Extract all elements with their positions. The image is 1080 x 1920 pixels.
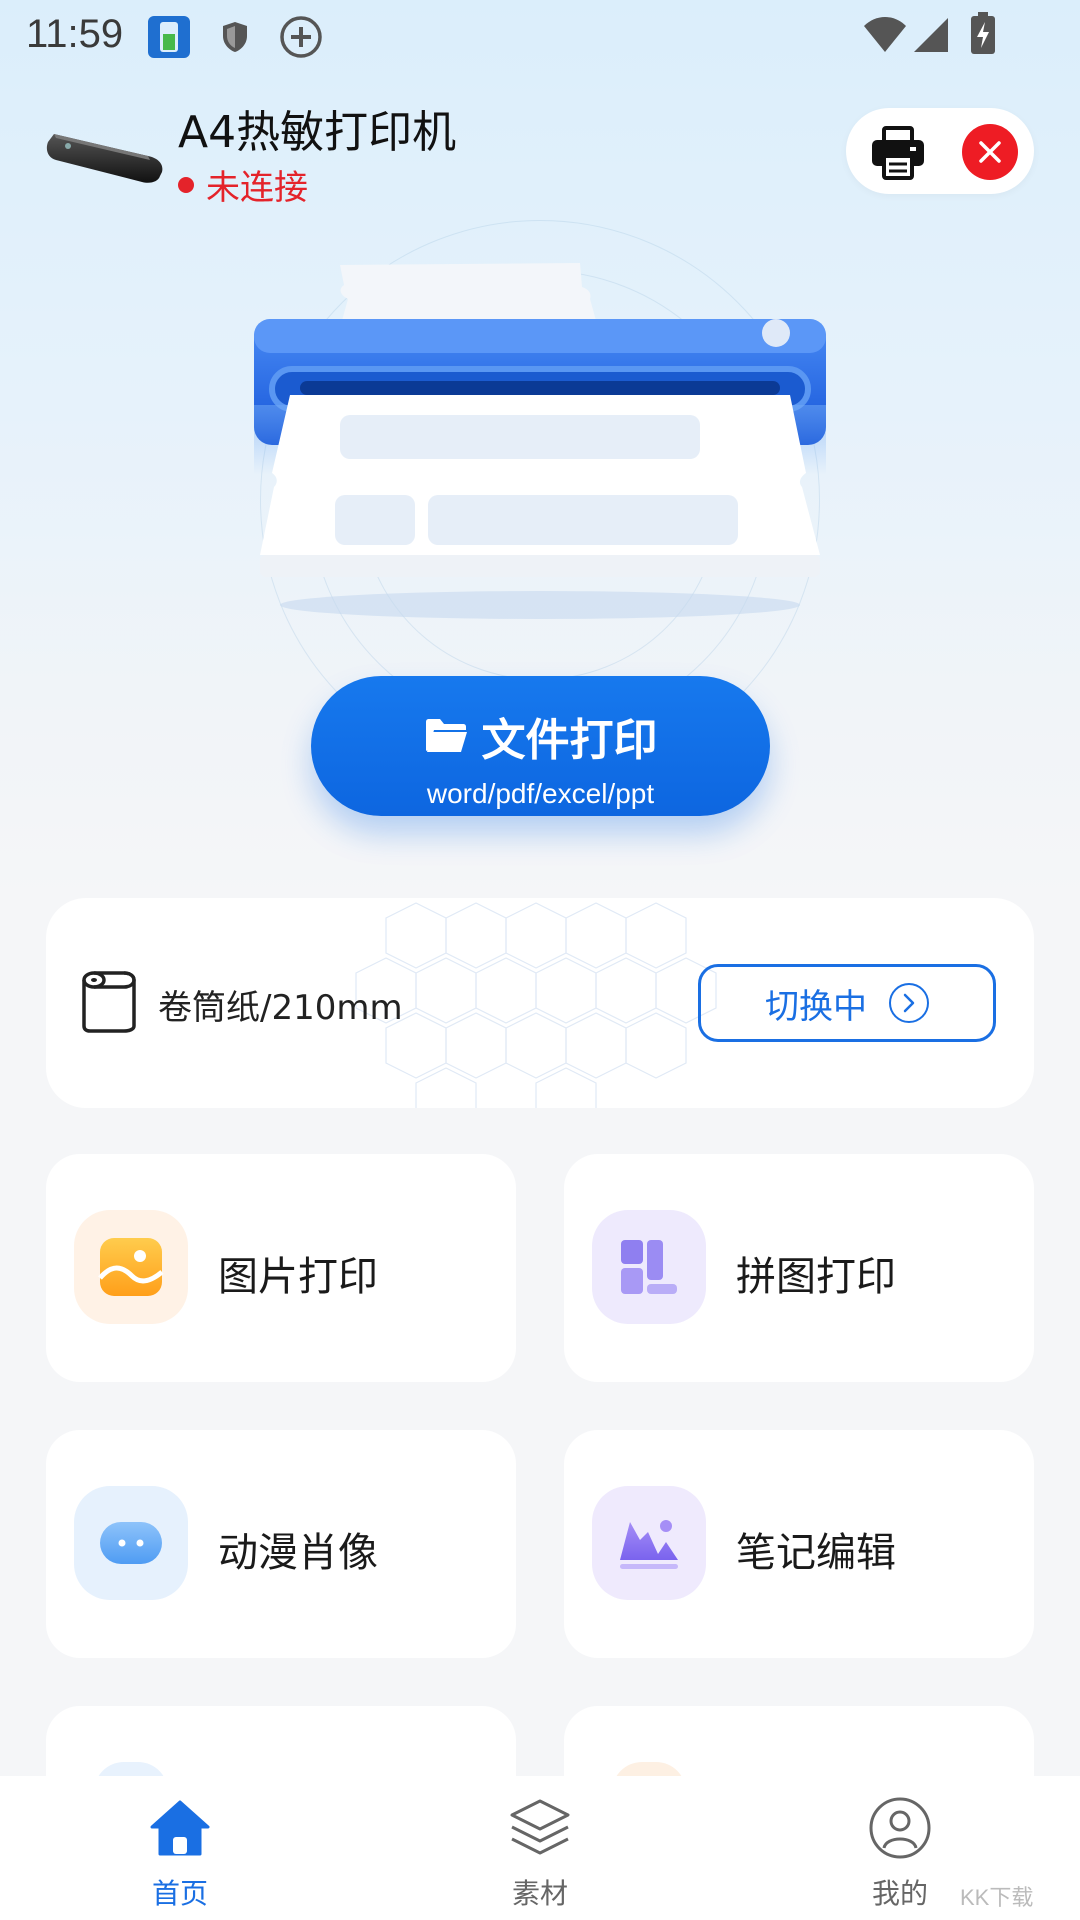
- battery-app-icon: [148, 16, 190, 58]
- header-actions: [846, 108, 1034, 194]
- cell-signal-icon: [914, 18, 948, 52]
- status-time: 11:59: [26, 12, 124, 56]
- home-icon: [100, 1790, 260, 1866]
- layers-icon: [460, 1790, 620, 1866]
- feature-label: 图片打印: [218, 1254, 378, 1300]
- feature-card-anime-portrait[interactable]: 动漫肖像: [46, 1430, 516, 1658]
- device-name: A4热敏打印机: [178, 107, 457, 158]
- collage-icon: [592, 1210, 706, 1324]
- file-print-subtitle: word/pdf/excel/ppt: [426, 778, 655, 809]
- file-print-button[interactable]: 文件打印 word/pdf/excel/ppt: [311, 676, 770, 816]
- watermark-logo: KK下载: [960, 1885, 1034, 1910]
- hero-printer-illustration: [254, 263, 826, 619]
- shield-icon: [223, 22, 247, 52]
- feature-label: 拼图打印: [736, 1254, 896, 1300]
- image-icon: [74, 1210, 188, 1324]
- switch-label: 切换中: [765, 986, 867, 1027]
- bottom-nav: 首页 素材 我的: [0, 1776, 1080, 1920]
- nav-home[interactable]: 首页: [100, 1790, 260, 1912]
- feature-card-image-print[interactable]: 图片打印: [46, 1154, 516, 1382]
- anime-icon: [74, 1486, 188, 1600]
- file-print-title: 文件打印: [481, 715, 658, 766]
- file-print-title-row: 文件打印: [311, 704, 770, 768]
- nav-label: 素材: [511, 1877, 568, 1910]
- status-bar: 11:59: [0, 0, 1080, 72]
- feature-card-collage-print[interactable]: 拼图打印: [564, 1154, 1034, 1382]
- profile-icon: [820, 1790, 980, 1866]
- close-icon: [979, 141, 1001, 163]
- feature-label: 动漫肖像: [218, 1530, 378, 1576]
- printer-device-image: [46, 134, 163, 183]
- chevron-right-icon: [889, 983, 929, 1023]
- paper-type-card: 卷筒纸/210mm 切换中: [46, 898, 1034, 1108]
- nav-label: 首页: [151, 1877, 208, 1910]
- close-button[interactable]: [962, 124, 1018, 180]
- connection-status-text: 未连接: [206, 168, 308, 208]
- wifi-icon: [864, 17, 906, 52]
- add-circle-icon: [280, 16, 322, 58]
- switch-paper-button[interactable]: 切换中: [698, 964, 996, 1042]
- feature-card-note-edit[interactable]: 笔记编辑: [564, 1430, 1034, 1658]
- nav-label: 我的: [871, 1877, 928, 1910]
- connection-status: 未连接: [178, 160, 308, 209]
- note-icon: [592, 1486, 706, 1600]
- nav-profile[interactable]: 我的: [820, 1790, 980, 1912]
- feature-label: 笔记编辑: [736, 1530, 896, 1576]
- printer-icon[interactable]: [868, 122, 928, 182]
- paper-type-label: 卷筒纸/210mm: [158, 988, 403, 1028]
- battery-icon: [971, 12, 995, 54]
- status-dot: [178, 176, 194, 193]
- paper-roll-icon: [82, 971, 136, 1033]
- nav-materials[interactable]: 素材: [460, 1790, 620, 1912]
- folder-icon: [425, 719, 467, 752]
